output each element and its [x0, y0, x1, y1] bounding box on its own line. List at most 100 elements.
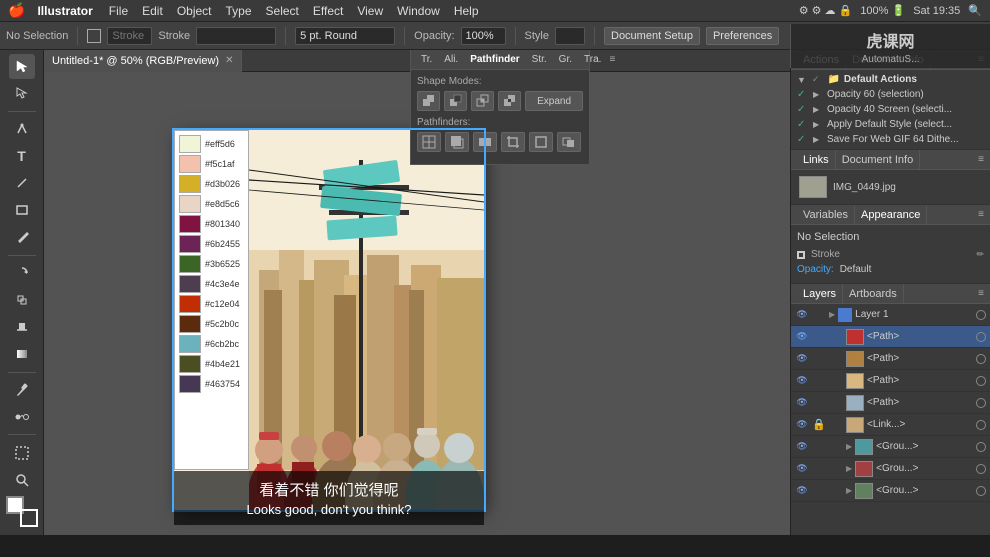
line-tool[interactable]: [9, 171, 35, 196]
sl4-vis[interactable]: 👁: [795, 396, 809, 410]
swatch-13[interactable]: [179, 375, 201, 393]
document-tab[interactable]: Untitled-1* @ 50% (RGB/Preview) ✕: [44, 50, 242, 72]
outline-btn[interactable]: [529, 132, 553, 152]
swatch-1[interactable]: [179, 135, 201, 153]
sublayer-1[interactable]: 👁 <Path>: [791, 326, 990, 348]
stroke-color[interactable]: [196, 27, 276, 45]
links-menu-icon[interactable]: ≡: [978, 154, 984, 165]
menu-object[interactable]: Object: [177, 4, 212, 18]
sl1-vis[interactable]: 👁: [795, 330, 809, 344]
pf-tab-ali[interactable]: Ali.: [440, 54, 462, 65]
divide-btn[interactable]: [417, 132, 441, 152]
pf-menu-icon[interactable]: ≡: [609, 54, 615, 65]
swatch-2[interactable]: [179, 155, 201, 173]
sl8-arrow[interactable]: ▶: [846, 486, 852, 495]
sublayer-4[interactable]: 👁 <Path>: [791, 392, 990, 414]
sublayer-6[interactable]: 👁 ▶ <Grou...>: [791, 436, 990, 458]
action-item-2[interactable]: ✓ ▶ Opacity 40 Screen (selecti...: [791, 102, 990, 117]
sl8-circle[interactable]: [976, 486, 986, 496]
sl7-vis[interactable]: 👁: [795, 462, 809, 476]
crop-btn[interactable]: [501, 132, 525, 152]
layer-1-circle[interactable]: [976, 310, 986, 320]
swatch-10[interactable]: [179, 315, 201, 333]
blend-tool[interactable]: [9, 404, 35, 429]
sl6-arrow[interactable]: ▶: [846, 442, 852, 451]
sublayer-3[interactable]: 👁 <Path>: [791, 370, 990, 392]
sublayer-5[interactable]: 👁 🔒 <Link...>: [791, 414, 990, 436]
menu-select[interactable]: Select: [266, 4, 299, 18]
menu-file[interactable]: File: [109, 4, 128, 18]
action-item-1[interactable]: ✓ ▶ Opacity 60 (selection): [791, 87, 990, 102]
menu-effect[interactable]: Effect: [313, 4, 343, 18]
fill-box[interactable]: [87, 29, 101, 43]
sl5-lock[interactable]: 🔒: [812, 418, 826, 432]
brush-preset[interactable]: 5 pt. Round: [295, 27, 395, 45]
minus-back-btn[interactable]: [557, 132, 581, 152]
sl3-vis[interactable]: 👁: [795, 374, 809, 388]
sublayer-2[interactable]: 👁 <Path>: [791, 348, 990, 370]
expand-btn[interactable]: Expand: [525, 91, 583, 111]
sl2-circle[interactable]: [976, 354, 986, 364]
pf-tab-pathfinder[interactable]: Pathfinder: [466, 54, 523, 65]
scale-tool[interactable]: [9, 288, 35, 313]
gradient-tool[interactable]: [9, 342, 35, 367]
variables-tab[interactable]: Variables: [797, 205, 855, 225]
paintbucket-tool[interactable]: [9, 315, 35, 340]
rect-tool[interactable]: [9, 198, 35, 223]
zoom-tool[interactable]: [9, 467, 35, 492]
intersect-btn[interactable]: [471, 91, 494, 111]
sl5-vis[interactable]: 👁: [795, 418, 809, 432]
link-item-1[interactable]: IMG_0449.jpg: [795, 174, 986, 200]
type-tool[interactable]: T: [9, 144, 35, 169]
menu-edit[interactable]: Edit: [142, 4, 163, 18]
direct-selection-tool[interactable]: [9, 81, 35, 106]
links-tab[interactable]: Links: [797, 150, 836, 170]
swatch-4[interactable]: [179, 195, 201, 213]
sl3-circle[interactable]: [976, 376, 986, 386]
stroke-edit-icon[interactable]: ✏: [976, 249, 984, 260]
sublayer-7[interactable]: 👁 ▶ <Grou...>: [791, 458, 990, 480]
swatch-12[interactable]: [179, 355, 201, 373]
pf-tab-gr[interactable]: Gr.: [555, 54, 576, 65]
menu-window[interactable]: Window: [397, 4, 440, 18]
pf-tab-tr[interactable]: Tr.: [417, 54, 436, 65]
sublayer-8[interactable]: 👁 ▶ <Grou...>: [791, 480, 990, 502]
appearance-tab[interactable]: Appearance: [855, 205, 927, 225]
sl2-vis[interactable]: 👁: [795, 352, 809, 366]
sl6-circle[interactable]: [976, 442, 986, 452]
swatch-8[interactable]: [179, 275, 201, 293]
layer-1-vis[interactable]: 👁: [795, 308, 809, 322]
layers-tab[interactable]: Layers: [797, 284, 843, 304]
document-setup-btn[interactable]: Document Setup: [604, 27, 700, 45]
swatch-9[interactable]: [179, 295, 201, 313]
sl8-vis[interactable]: 👁: [795, 484, 809, 498]
layers-menu-icon[interactable]: ≡: [978, 288, 984, 299]
swatch-11[interactable]: [179, 335, 201, 353]
pf-tab-tra[interactable]: Tra.: [580, 54, 605, 65]
exclude-btn[interactable]: [498, 91, 521, 111]
minus-front-btn[interactable]: [444, 91, 467, 111]
preferences-btn[interactable]: Preferences: [706, 27, 779, 45]
sl6-vis[interactable]: 👁: [795, 440, 809, 454]
swatch-5[interactable]: [179, 215, 201, 233]
action-item-4[interactable]: ✓ ▶ Save For Web GIF 64 Dithe...: [791, 132, 990, 147]
menu-help[interactable]: Help: [454, 4, 479, 18]
stroke-field[interactable]: [107, 27, 152, 45]
apple-menu[interactable]: 🍎: [8, 2, 25, 19]
menu-view[interactable]: View: [357, 4, 383, 18]
layer-1-row[interactable]: 👁 ▶ Layer 1: [791, 304, 990, 326]
pen-tool[interactable]: [9, 117, 35, 142]
stroke-indicator[interactable]: [20, 509, 38, 527]
artboard-tool[interactable]: [9, 440, 35, 465]
swatch-6[interactable]: [179, 235, 201, 253]
appearance-menu-icon[interactable]: ≡: [978, 209, 984, 220]
sl5-circle[interactable]: [976, 420, 986, 430]
sl4-circle[interactable]: [976, 398, 986, 408]
merge-btn[interactable]: [473, 132, 497, 152]
sl1-circle[interactable]: [976, 332, 986, 342]
swatch-7[interactable]: [179, 255, 201, 273]
swatch-3[interactable]: [179, 175, 201, 193]
sl7-circle[interactable]: [976, 464, 986, 474]
links-docinfo-tab[interactable]: Document Info: [836, 150, 921, 170]
menu-type[interactable]: Type: [226, 4, 252, 18]
